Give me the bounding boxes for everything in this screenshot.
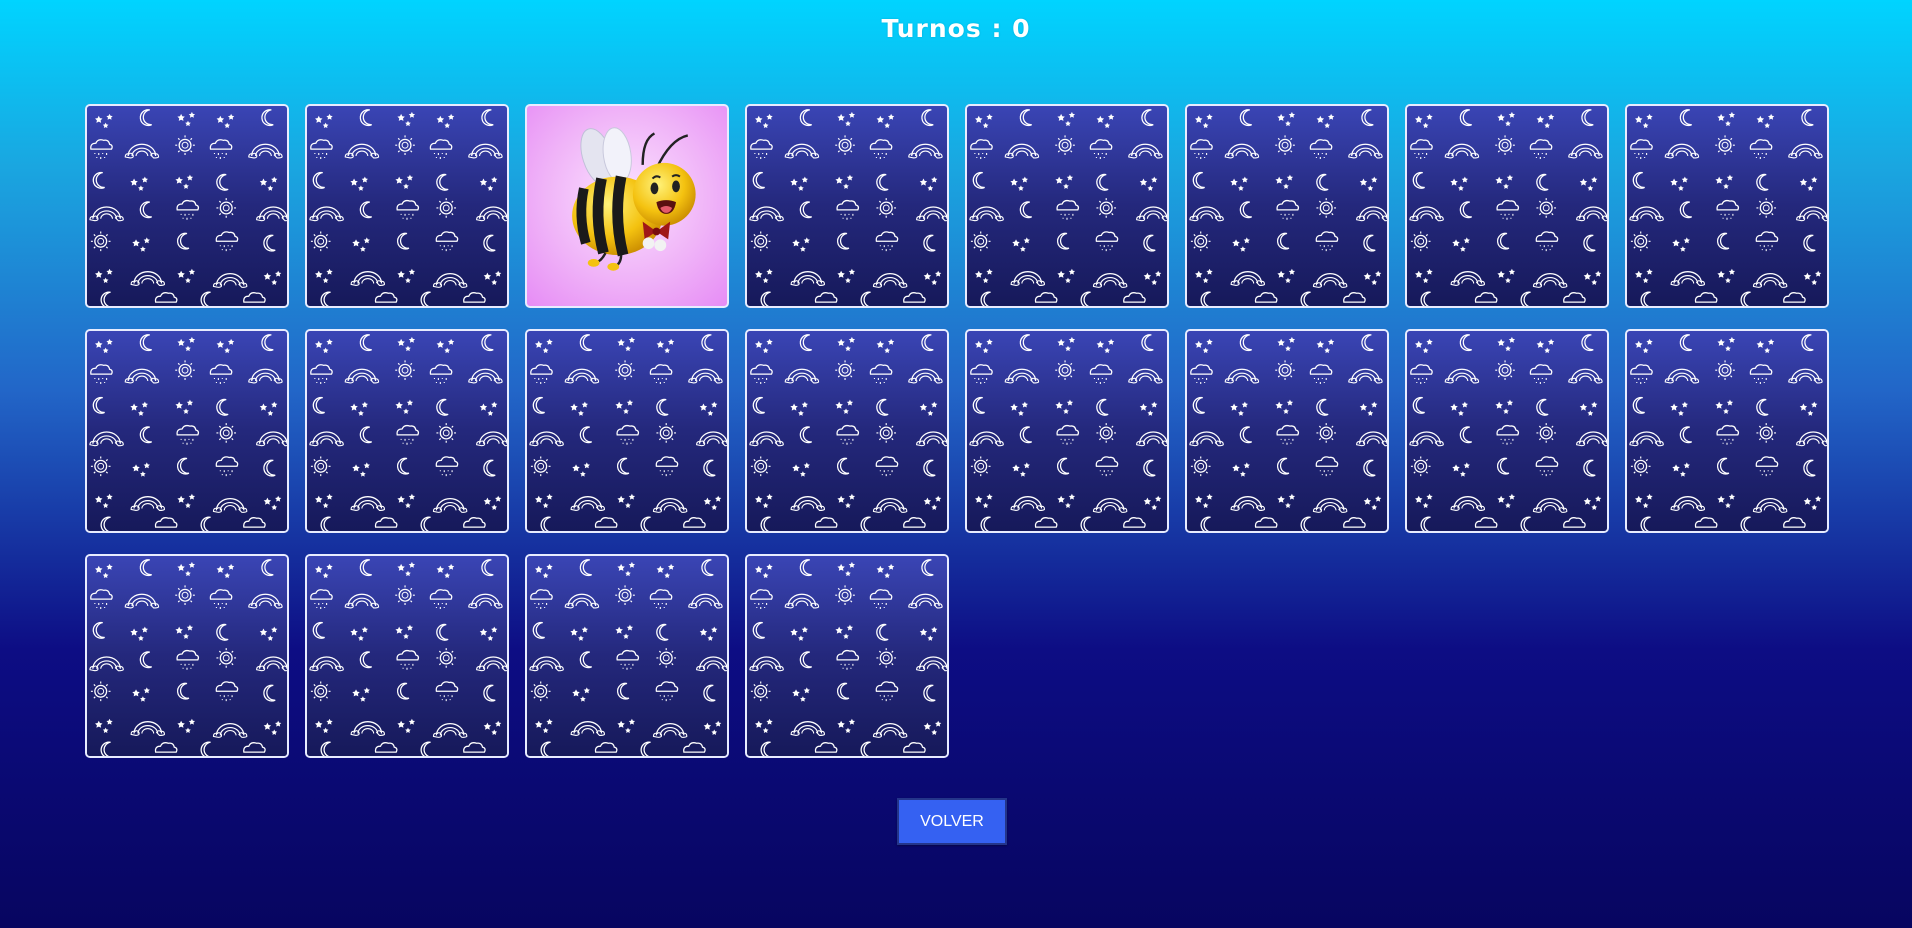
weather-pattern-icon (747, 556, 947, 756)
weather-pattern-icon (747, 331, 947, 531)
memory-card[interactable] (85, 104, 289, 308)
memory-card[interactable] (305, 104, 509, 308)
memory-card[interactable] (525, 329, 729, 533)
weather-pattern-icon (1187, 106, 1387, 306)
weather-pattern-icon (1407, 106, 1607, 306)
weather-pattern-icon (527, 331, 727, 531)
weather-pattern-icon (747, 106, 947, 306)
memory-card[interactable] (305, 329, 509, 533)
turns-counter: Turnos : 0 (881, 14, 1031, 43)
weather-pattern-icon (87, 331, 287, 531)
weather-pattern-icon (1407, 331, 1607, 531)
memory-card[interactable] (745, 104, 949, 308)
memory-card[interactable] (85, 554, 289, 758)
weather-pattern-icon (307, 106, 507, 306)
back-button[interactable]: VOLVER (897, 798, 1007, 845)
weather-pattern-icon (527, 556, 727, 756)
weather-pattern-icon (967, 331, 1167, 531)
memory-card[interactable] (1405, 104, 1609, 308)
weather-pattern-icon (967, 106, 1167, 306)
weather-pattern-icon (307, 556, 507, 756)
memory-card[interactable] (745, 554, 949, 758)
memory-card[interactable] (1185, 329, 1389, 533)
weather-pattern-icon (1627, 331, 1827, 531)
memory-card[interactable] (525, 104, 729, 308)
memory-card[interactable] (1185, 104, 1389, 308)
memory-card[interactable] (305, 554, 509, 758)
memory-card[interactable] (1625, 329, 1829, 533)
memory-card[interactable] (1405, 329, 1609, 533)
bee-icon (572, 127, 696, 271)
weather-pattern-icon (307, 331, 507, 531)
memory-card[interactable] (965, 104, 1169, 308)
weather-pattern-icon (87, 106, 287, 306)
memory-card[interactable] (85, 329, 289, 533)
memory-board (85, 104, 1831, 758)
memory-card[interactable] (745, 329, 949, 533)
memory-card[interactable] (525, 554, 729, 758)
weather-pattern-icon (1187, 331, 1387, 531)
weather-pattern-icon (1627, 106, 1827, 306)
memory-card[interactable] (1625, 104, 1829, 308)
memory-card[interactable] (965, 329, 1169, 533)
weather-pattern-icon (87, 556, 287, 756)
